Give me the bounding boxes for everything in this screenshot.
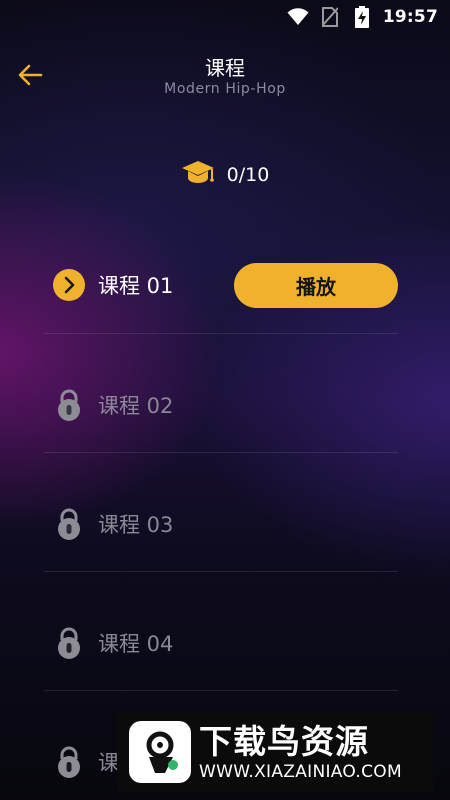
lock-icon xyxy=(52,388,86,422)
status-time: 19:57 xyxy=(382,7,438,27)
watermark-banner: 下载鸟资源 WWW.XIAZAINIAO.COM xyxy=(117,712,433,792)
page-subtitle: Modern Hip-Hop xyxy=(164,81,286,97)
row-divider xyxy=(44,571,398,572)
lesson-label: 课 xyxy=(98,751,119,775)
status-bar: 19:57 xyxy=(0,0,450,34)
lesson-label: 课程 01 xyxy=(98,274,174,298)
wifi-icon xyxy=(287,6,309,28)
lesson-row-04[interactable]: 课程 04 xyxy=(44,583,398,703)
row-divider xyxy=(44,452,398,453)
lesson-row-01[interactable]: 课程 01 播放 xyxy=(44,234,398,336)
row-divider xyxy=(44,333,398,334)
lesson-label: 课程 03 xyxy=(98,513,174,537)
bird-logo-icon xyxy=(125,720,195,784)
page-title: 课程 xyxy=(205,56,245,80)
graduation-cap-icon xyxy=(181,160,215,190)
lesson-row-03[interactable]: 课程 03 xyxy=(44,464,398,584)
no-sim-icon xyxy=(319,6,341,28)
lock-icon xyxy=(52,745,86,779)
row-divider xyxy=(44,690,398,691)
battery-charging-icon xyxy=(351,6,373,28)
progress-indicator: 0/10 xyxy=(0,160,450,190)
chevron-right-icon xyxy=(52,268,86,302)
lesson-label: 课程 02 xyxy=(98,394,174,418)
play-button[interactable]: 播放 xyxy=(234,263,398,308)
watermark-url: WWW.XIAZAINIAO.COM xyxy=(199,762,402,782)
lesson-row-02[interactable]: 课程 02 xyxy=(44,345,398,465)
lock-icon xyxy=(52,626,86,660)
progress-count: 0/10 xyxy=(226,164,270,186)
lesson-label: 课程 04 xyxy=(98,632,174,656)
lock-icon xyxy=(52,507,86,541)
watermark-title: 下载鸟资源 xyxy=(199,722,369,761)
